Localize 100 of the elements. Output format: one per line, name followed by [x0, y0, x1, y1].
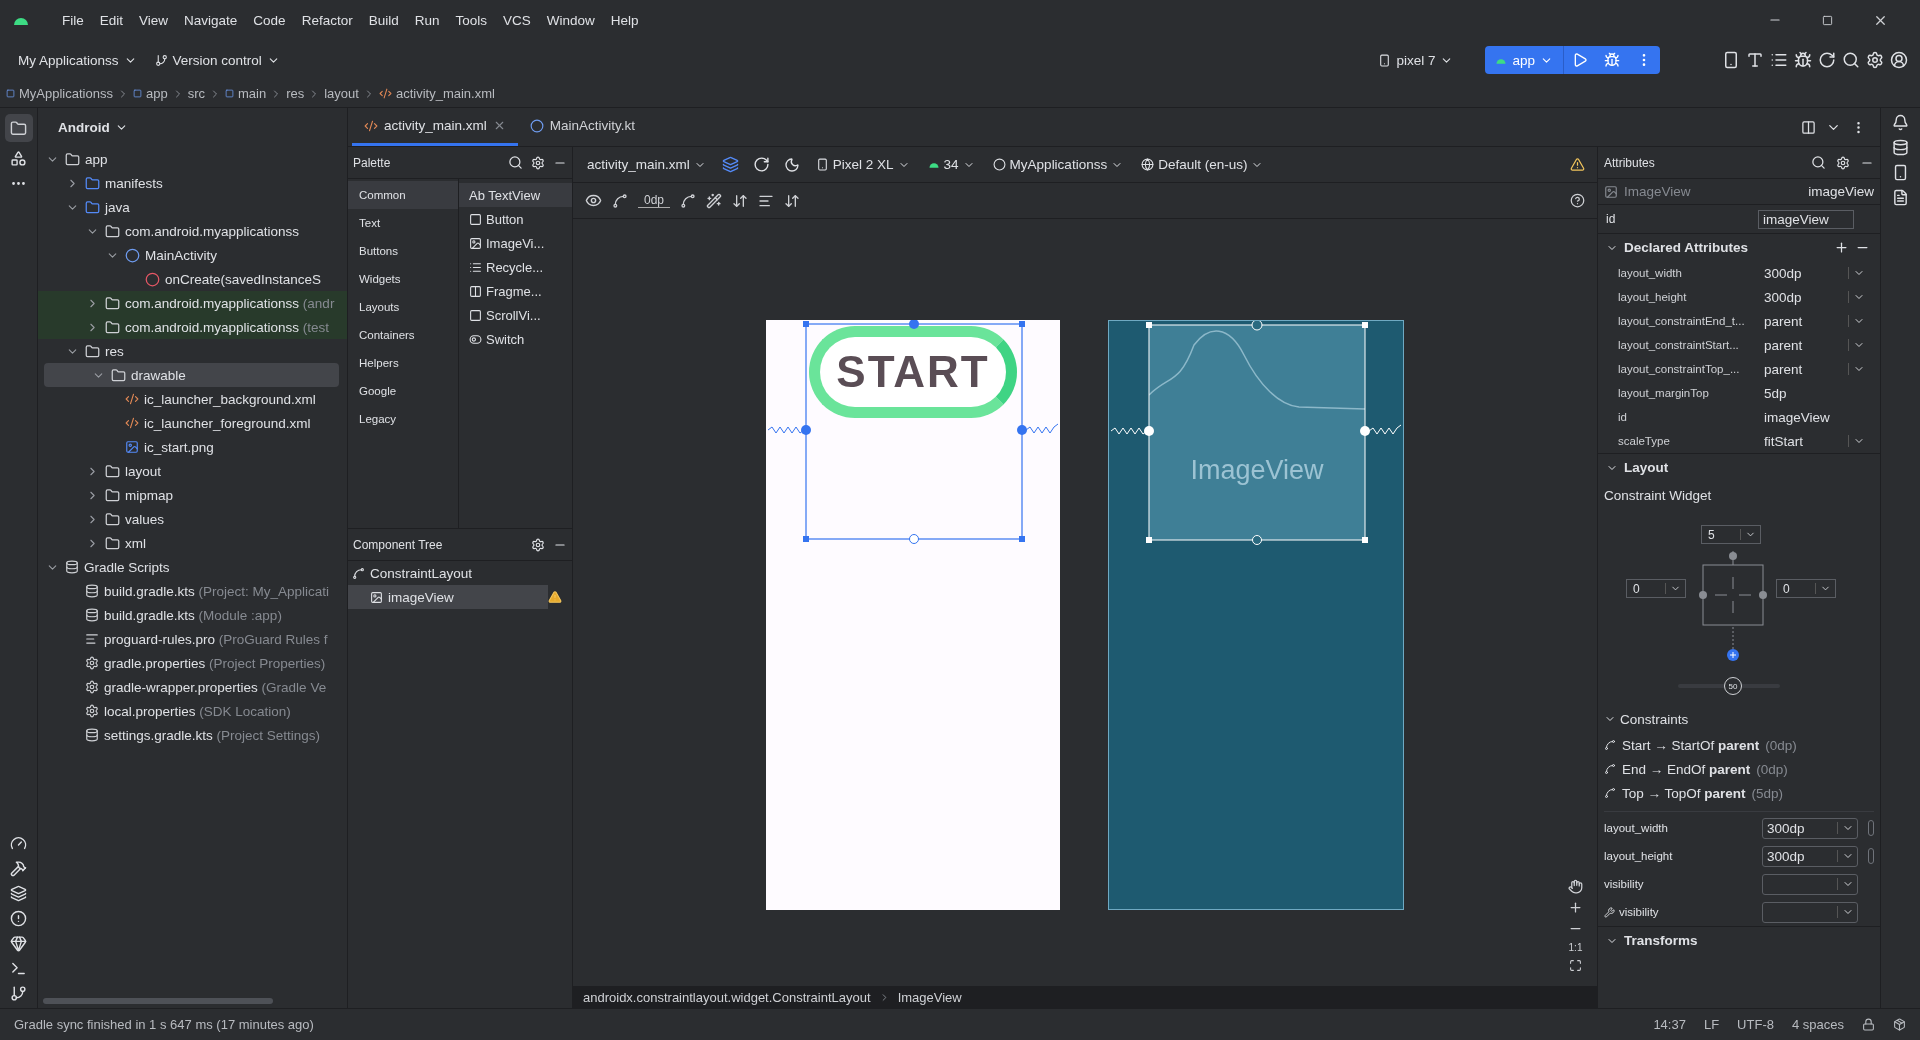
tree-item[interactable]: proguard-rules.pro (ProGuard Rules f [38, 627, 347, 651]
tree-item[interactable]: values [38, 507, 347, 531]
palette-category[interactable]: Layouts [348, 293, 458, 321]
editor-tab[interactable]: activity_main.xml [352, 108, 518, 146]
margin-end-field[interactable]: 0 [1776, 579, 1836, 598]
menu-item[interactable]: File [56, 8, 90, 32]
hand-icon[interactable] [1568, 879, 1583, 894]
tree-item[interactable]: manifests [38, 171, 347, 195]
search-icon[interactable] [1811, 155, 1826, 170]
palette-category[interactable]: Text [348, 209, 458, 237]
theme-dropdown[interactable]: MyApplicationss [990, 155, 1126, 174]
menu-item[interactable]: Run [408, 8, 446, 32]
editor-tab[interactable]: MainActivity.kt [517, 108, 648, 146]
breadcrumb-item[interactable]: main [225, 86, 267, 101]
palette-category[interactable]: Legacy [348, 405, 458, 433]
breadcrumb-item[interactable]: layout [324, 86, 359, 101]
palette-item[interactable]: Button [459, 207, 572, 231]
palette-item[interactable]: Ab TextView [459, 183, 572, 207]
palette-item[interactable]: ScrollVi... [459, 303, 572, 327]
zoom-reset-button[interactable]: 1:1 [1568, 942, 1583, 953]
margin-top-field[interactable]: 5 [1701, 525, 1761, 544]
menu-item[interactable]: Tools [449, 8, 493, 32]
tree-item[interactable]: MainActivity [38, 243, 347, 267]
attribute-value[interactable]: imageView [1764, 409, 1842, 425]
constraint-item[interactable]: Start → StartOf parent (0dp) [1598, 733, 1880, 757]
settings-icon[interactable] [1836, 155, 1850, 170]
attribute-value[interactable]: parent [1764, 337, 1842, 353]
tree-item[interactable]: layout [38, 459, 347, 483]
tree-item[interactable]: gradle-wrapper.properties (Gradle Ve [38, 675, 347, 699]
attribute-field[interactable] [1762, 873, 1858, 895]
eye-icon[interactable] [585, 192, 602, 209]
warning-icon[interactable] [1570, 157, 1585, 172]
palette-item[interactable]: Fragme... [459, 279, 572, 303]
palette-category[interactable]: Helpers [348, 349, 458, 377]
attribute-value[interactable]: 5dp [1764, 385, 1842, 401]
menu-item[interactable]: View [133, 8, 175, 32]
tree-item[interactable]: com.android.myapplicationss [38, 219, 347, 243]
tree-item[interactable]: gradle.properties (Project Properties) [38, 651, 347, 675]
gauge-icon[interactable] [10, 835, 27, 852]
breadcrumb-item[interactable]: res [286, 86, 305, 101]
problems-icon[interactable] [10, 910, 27, 927]
palette-category[interactable]: Containers [348, 321, 458, 349]
split-view-icon[interactable] [1801, 119, 1816, 135]
search-icon[interactable] [1842, 51, 1860, 69]
breadcrumb-item[interactable]: src [187, 86, 205, 101]
rotate-icon[interactable] [752, 156, 770, 173]
breadcrumb-item[interactable]: activity_main.xml [378, 86, 495, 101]
component-tree-item[interactable]: ConstraintLayout [348, 561, 548, 585]
lock-icon[interactable] [1862, 1018, 1875, 1031]
zoom-fit-icon[interactable] [1569, 959, 1582, 972]
tree-item[interactable]: app [38, 147, 347, 171]
file-dropdown[interactable]: activity_main.xml [585, 155, 708, 174]
constraint-item[interactable]: Top → TopOf parent (5dp) [1598, 781, 1880, 805]
settings-icon[interactable] [1866, 51, 1884, 69]
menu-item[interactable]: Edit [93, 8, 130, 32]
list-icon[interactable] [1770, 51, 1788, 69]
status-item[interactable]: UTF-8 [1737, 1017, 1774, 1032]
phone-icon[interactable] [1722, 51, 1740, 69]
search-icon[interactable] [508, 155, 523, 170]
palette-item[interactable]: Recycle... [459, 255, 572, 279]
breadcrumb-item[interactable]: MyApplicationss [6, 86, 113, 101]
tree-item[interactable]: local.properties (SDK Location) [38, 699, 347, 723]
text-icon[interactable] [1746, 51, 1764, 69]
selection-drawing[interactable] [766, 320, 1060, 545]
project-dropdown[interactable]: My Applicationss [12, 48, 143, 72]
tree-item[interactable]: ic_launcher_foreground.xml [38, 411, 347, 435]
add-icon[interactable] [1834, 240, 1849, 255]
attribute-field[interactable]: 300dp [1762, 817, 1858, 839]
breadcrumb-item[interactable]: ImageView [897, 989, 962, 1005]
tree-item[interactable]: onCreate(savedInstanceS [38, 267, 347, 291]
tree-item[interactable]: settings.gradle.kts (Project Settings) [38, 723, 347, 747]
tree-item[interactable]: com.android.myapplicationss (andr [38, 291, 347, 315]
palette-category[interactable]: Buttons [348, 237, 458, 265]
margin-start-field[interactable]: 0 [1626, 579, 1686, 598]
attribute-value[interactable]: 300dp [1764, 289, 1842, 305]
id-field[interactable]: imageView [1758, 209, 1854, 229]
attribute-value[interactable]: fitStart [1764, 433, 1842, 449]
branch-icon[interactable] [10, 985, 27, 1002]
warning-icon[interactable] [548, 590, 562, 604]
api-dropdown[interactable]: 34 [925, 155, 977, 174]
menu-item[interactable]: Navigate [178, 8, 244, 32]
attribute-value[interactable]: parent [1764, 313, 1842, 329]
tree-item[interactable]: java [38, 195, 347, 219]
device-dropdown[interactable]: Pixel 2 XL [813, 155, 912, 174]
vcs-dropdown[interactable]: Version control [148, 48, 286, 72]
tree-item[interactable]: mipmap [38, 483, 347, 507]
package-icon[interactable] [1893, 1018, 1906, 1031]
account-icon[interactable] [1890, 51, 1908, 69]
menu-item[interactable]: Window [540, 8, 601, 32]
hammer-icon[interactable] [10, 860, 27, 877]
attribute-field[interactable] [1762, 901, 1858, 923]
menu-item[interactable]: Code [247, 8, 292, 32]
moon-icon[interactable] [783, 156, 800, 173]
project-view-dropdown[interactable]: Android [52, 116, 134, 139]
locale-dropdown[interactable]: Default (en-us) [1139, 155, 1266, 174]
component-tree-item[interactable]: imageView [348, 585, 548, 609]
tree-item[interactable]: Gradle Scripts [38, 555, 347, 579]
palette-category[interactable]: Common [348, 181, 458, 209]
help-icon[interactable] [1570, 193, 1585, 208]
tree-item[interactable]: ic_start.png [38, 435, 347, 459]
